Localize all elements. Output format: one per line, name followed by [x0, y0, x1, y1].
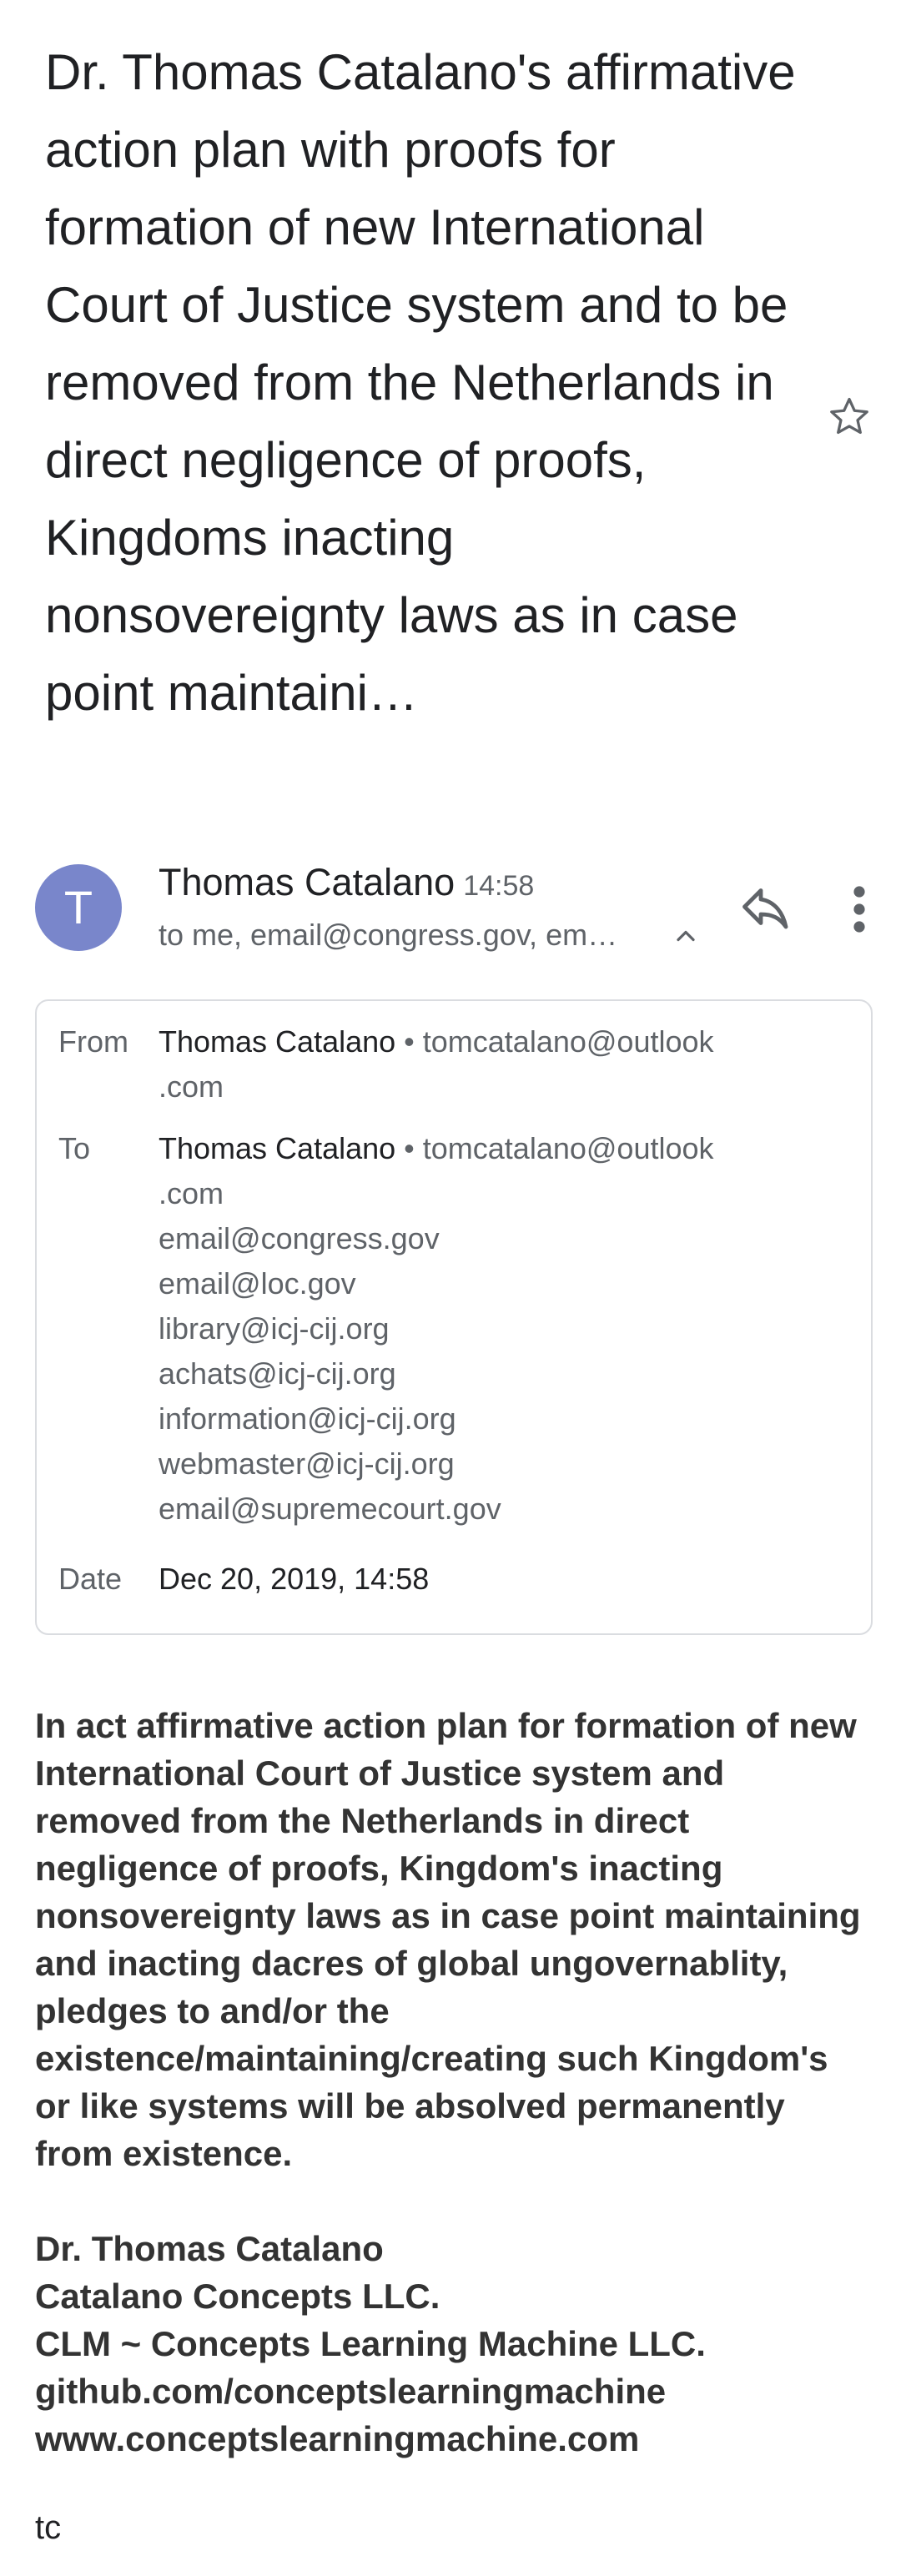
signature-line: Catalano Concepts LLC. — [35, 2277, 440, 2316]
to-label: To — [58, 1131, 91, 1165]
sender-name: Thomas Catalano — [159, 861, 456, 903]
body-paragraph: In act affirmative action plan for forma… — [35, 1706, 861, 2173]
to-value: Thomas Catalano • tomcatalano@outlook .c… — [159, 1126, 826, 1532]
reply-icon — [742, 888, 788, 929]
signature-line: Dr. Thomas Catalano — [35, 2229, 384, 2268]
chevron-up-icon[interactable] — [671, 921, 701, 951]
sender-header: Thomas Catalano 14:58 — [159, 858, 534, 911]
email-subject: Dr. Thomas Catalano's affirmative action… — [45, 44, 796, 721]
from-name: Thomas Catalano — [159, 1024, 396, 1059]
date-value: Dec 20, 2019, 14:58 — [159, 1562, 430, 1596]
message-details-card: From Thomas Catalano • tomcatalano@outlo… — [35, 999, 873, 1635]
email-closing: tc — [35, 2509, 62, 2546]
recipient-email[interactable]: webmaster@icj-cij.org — [159, 1441, 826, 1487]
signature: Dr. Thomas Catalano Catalano Concepts LL… — [35, 2225, 869, 2463]
date-label: Date — [58, 1562, 123, 1596]
signature-link[interactable]: github.com/conceptslearningmachine — [35, 2367, 869, 2415]
recipients-summary[interactable]: to me, email@congress.gov, em… — [159, 914, 659, 956]
recipient-email[interactable]: email@congress.gov — [159, 1216, 826, 1261]
from-separator: • — [395, 1024, 423, 1059]
email-body: In act affirmative action plan for forma… — [35, 1702, 869, 2463]
to-name: Thomas Catalano — [159, 1131, 396, 1165]
sender-avatar[interactable]: T — [35, 864, 122, 951]
star-icon[interactable] — [826, 394, 873, 440]
recipient-email[interactable]: email@loc.gov — [159, 1261, 826, 1306]
signature-line: CLM ~ Concepts Learning Machine LLC. — [35, 2324, 706, 2363]
to-separator: • — [395, 1131, 423, 1165]
to-email-continued[interactable]: .com — [159, 1171, 826, 1216]
from-email-continued[interactable]: .com — [159, 1064, 826, 1109]
from-label: From — [58, 1024, 128, 1059]
sent-time: 14:58 — [463, 870, 535, 902]
from-email[interactable]: tomcatalano@outlook — [423, 1024, 714, 1059]
from-value: Thomas Catalano • tomcatalano@outlook .c… — [159, 1019, 826, 1109]
reply-button[interactable] — [736, 879, 796, 939]
signature-link[interactable]: www.conceptslearningmachine.com — [35, 2415, 869, 2463]
recipient-email[interactable]: library@icj-cij.org — [159, 1306, 826, 1351]
to-email[interactable]: tomcatalano@outlook — [423, 1131, 714, 1165]
recipient-email[interactable]: achats@icj-cij.org — [159, 1351, 826, 1396]
recipient-email[interactable]: information@icj-cij.org — [159, 1396, 826, 1441]
more-vert-icon — [853, 886, 865, 933]
recipient-email[interactable]: email@supremecourt.gov — [159, 1487, 826, 1532]
more-options-button[interactable] — [838, 879, 881, 939]
